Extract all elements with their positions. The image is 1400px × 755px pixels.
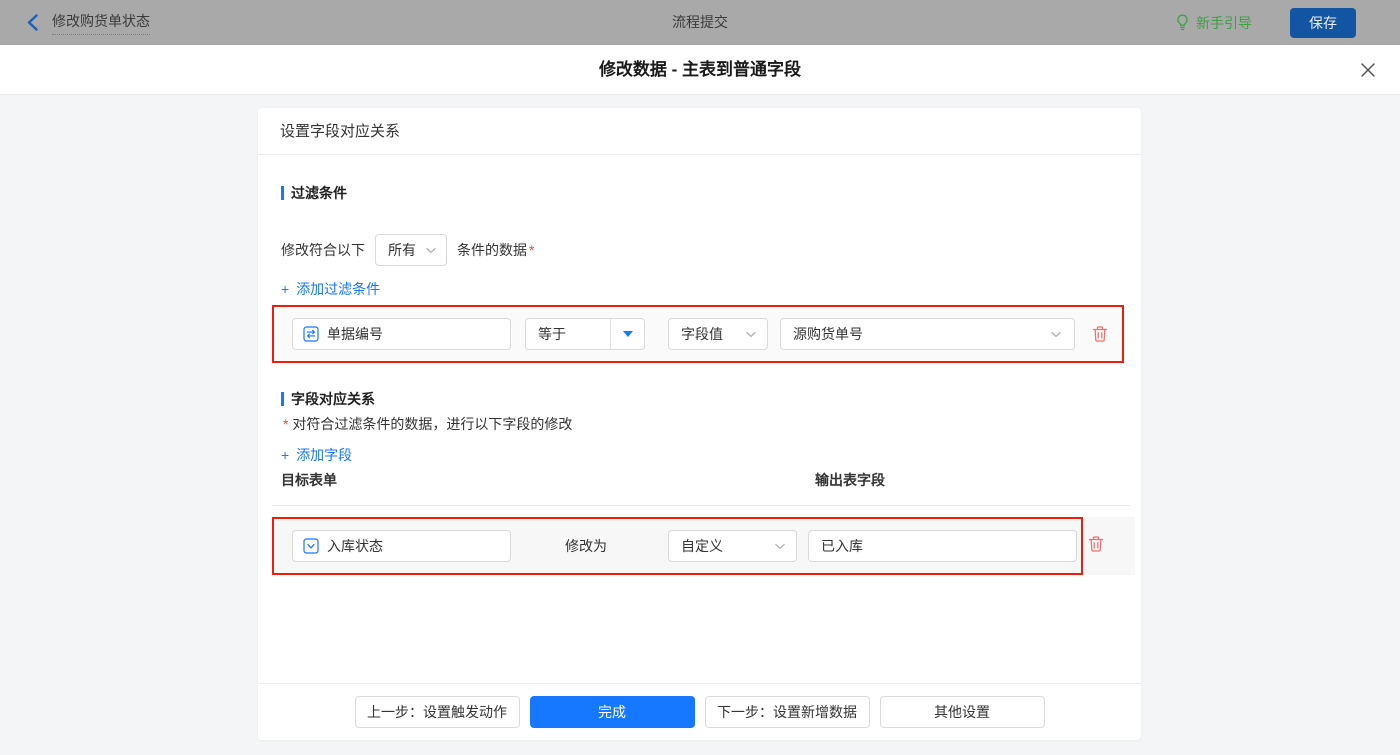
- plus-icon: +: [281, 447, 289, 463]
- prev-step-button[interactable]: 上一步：设置触发动作: [355, 696, 520, 728]
- card-title: 设置字段对应关系: [258, 108, 1141, 155]
- section-accent-bar: [281, 392, 284, 406]
- target-field-picker[interactable]: 入库状态: [292, 530, 511, 562]
- chevron-down-icon: [745, 331, 757, 338]
- close-icon[interactable]: [1360, 62, 1376, 78]
- target-field-value: 入库状态: [327, 536, 383, 556]
- add-field-label: 添加字段: [296, 445, 352, 465]
- filter-field-value: 单据编号: [327, 324, 383, 344]
- filter-section-title: 过滤条件: [281, 183, 347, 203]
- chevron-down-icon: [1050, 331, 1062, 338]
- modal-title: 修改数据 - 主表到普通字段: [0, 45, 1400, 94]
- match-mode-select[interactable]: 所有: [375, 234, 447, 266]
- operator-caret-button[interactable]: [610, 319, 644, 349]
- next-step-button[interactable]: 下一步：设置新增数据: [705, 696, 870, 728]
- caret-down-icon: [623, 331, 633, 337]
- serial-number-field-icon: [303, 326, 319, 342]
- column-header-target-form: 目标表单: [281, 470, 337, 490]
- lightbulb-icon: [1175, 14, 1190, 31]
- mapping-value-type: 自定义: [681, 536, 723, 556]
- mapping-section-title: 字段对应关系: [281, 389, 375, 409]
- filter-value-type: 字段值: [681, 324, 723, 344]
- delete-filter-row-icon[interactable]: [1091, 325, 1109, 343]
- filter-value-field: 源购货单号: [793, 324, 863, 344]
- filter-field-picker[interactable]: 单据编号: [292, 318, 511, 350]
- mapping-row: 入库状态 修改为 自定义: [272, 517, 1135, 575]
- chevron-left-icon: [26, 14, 39, 31]
- delete-mapping-row-icon[interactable]: [1087, 535, 1105, 553]
- filter-value-field-select[interactable]: 源购货单号: [780, 318, 1075, 350]
- match-condition-row: 修改符合以下 所有 条件的数据*: [281, 234, 534, 266]
- add-field-link[interactable]: + 添加字段: [281, 445, 352, 465]
- column-divider: [272, 505, 1130, 506]
- topbar: 修改购货单状态 流程提交 新手引导 保存: [0, 0, 1400, 45]
- beginner-guide-label: 新手引导: [1196, 13, 1252, 33]
- filter-operator-value: 等于: [526, 324, 610, 344]
- modal-body: 设置字段对应关系 过滤条件 修改符合以下 所有 条件的数据* + 添加过滤条件: [0, 95, 1400, 755]
- modify-to-label: 修改为: [565, 519, 607, 573]
- footer-divider: [258, 683, 1141, 684]
- other-settings-button[interactable]: 其他设置: [880, 696, 1045, 728]
- dropdown-field-icon: [303, 538, 319, 554]
- mapping-row-highlighted: 入库状态 修改为 自定义: [272, 517, 1083, 575]
- section-accent-bar: [281, 186, 284, 200]
- filter-operator-select[interactable]: 等于: [525, 318, 645, 350]
- required-asterisk: *: [283, 416, 288, 432]
- mapping-value-type-select[interactable]: 自定义: [668, 530, 797, 562]
- modal-header: 修改数据 - 主表到普通字段: [0, 45, 1400, 95]
- required-asterisk: *: [529, 242, 534, 258]
- footer-actions: 上一步：设置触发动作 完成 下一步：设置新增数据 其他设置: [258, 696, 1141, 728]
- chevron-down-icon: [774, 543, 786, 550]
- plus-icon: +: [281, 281, 289, 297]
- filter-value-type-select[interactable]: 字段值: [668, 318, 768, 350]
- chevron-down-icon: [425, 247, 437, 254]
- workflow-name[interactable]: 修改购货单状态: [52, 11, 150, 35]
- column-header-output-field: 输出表字段: [815, 470, 885, 490]
- add-filter-condition-link[interactable]: + 添加过滤条件: [281, 279, 380, 299]
- add-filter-label: 添加过滤条件: [296, 279, 380, 299]
- beginner-guide-link[interactable]: 新手引导: [1175, 13, 1252, 33]
- match-mode-value: 所有: [388, 240, 416, 260]
- save-button[interactable]: 保存: [1290, 8, 1356, 38]
- filter-condition-row-highlighted: 单据编号 等于 字段值 源购货单号: [272, 305, 1124, 363]
- back-button[interactable]: [26, 14, 42, 32]
- settings-card: 设置字段对应关系 过滤条件 修改符合以下 所有 条件的数据* + 添加过滤条件: [258, 108, 1141, 740]
- match-suffix-label: 条件的数据*: [457, 240, 534, 260]
- mapping-description: * 对符合过滤条件的数据，进行以下字段的修改: [281, 414, 572, 434]
- mapping-value-input[interactable]: [808, 530, 1077, 562]
- match-prefix-label: 修改符合以下: [281, 240, 365, 260]
- done-button[interactable]: 完成: [530, 696, 695, 728]
